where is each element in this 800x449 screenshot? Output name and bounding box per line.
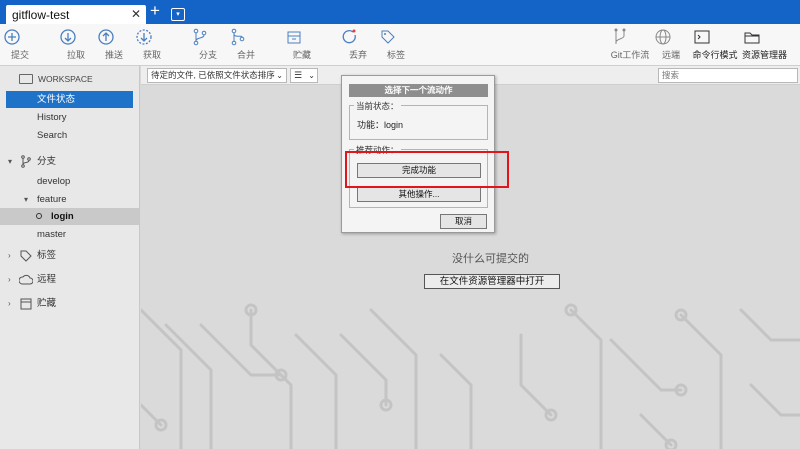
search-input[interactable]: 搜索 xyxy=(658,68,798,83)
chevron-down-icon: ▾ xyxy=(24,195,29,204)
tags-label: 标签 xyxy=(37,250,57,261)
chevron-down-icon: ⌄ xyxy=(276,71,283,80)
branch-icon xyxy=(193,28,207,46)
chevron-down-icon: ⌄ xyxy=(308,71,315,80)
fetch-button[interactable]: 获取 xyxy=(134,27,170,61)
chevron-down-icon: ▾ xyxy=(8,157,13,166)
current-state-value: 功能：login xyxy=(357,120,404,130)
merge-button[interactable]: 合并 xyxy=(228,27,264,61)
commit-icon xyxy=(4,29,20,45)
chevron-right-icon: › xyxy=(8,275,11,284)
folder-icon xyxy=(744,32,760,44)
current-state-group: 当前状态： 功能：login xyxy=(349,100,488,140)
push-label: 推送 xyxy=(104,50,123,60)
cancel-button[interactable]: 取消 xyxy=(440,214,487,229)
terminal-icon xyxy=(694,30,710,44)
chevron-right-icon: › xyxy=(8,299,11,308)
branch-label: 分支 xyxy=(198,50,217,60)
git-flow-button[interactable]: Git工作流 xyxy=(610,27,650,61)
commit-label: 提交 xyxy=(10,50,29,60)
push-icon xyxy=(98,29,114,45)
pull-label: 拉取 xyxy=(66,50,85,60)
dialog-title: 选择下一个流动作 xyxy=(349,84,488,97)
list-mode-select[interactable]: ☰ ⌄ xyxy=(290,68,318,83)
terminal-button[interactable]: 命令行模式 xyxy=(692,27,738,61)
branch-login[interactable]: login xyxy=(0,208,140,225)
remote-label: 远端 xyxy=(661,50,680,60)
remote-button[interactable]: 远端 xyxy=(653,27,689,61)
stash-button[interactable]: 贮藏 xyxy=(284,27,320,61)
tag-label: 标签 xyxy=(386,50,405,60)
branch-develop[interactable]: develop xyxy=(0,173,140,190)
pull-icon xyxy=(60,29,76,45)
remotes-label: 远程 xyxy=(37,274,57,285)
current-state-label: 当前状态： xyxy=(354,100,401,112)
repo-tab-title: gitflow-test xyxy=(12,8,70,22)
file-filter-value: 待定的文件, 已依照文件状态排序 xyxy=(151,70,275,80)
login-label: login xyxy=(51,211,74,222)
branch-folder-feature[interactable]: ▾ feature xyxy=(0,191,140,208)
search-label: Search xyxy=(37,130,68,141)
branch-button[interactable]: 分支 xyxy=(190,27,226,61)
feature-label: feature xyxy=(37,194,67,205)
discard-button[interactable]: 丢弃 xyxy=(340,27,376,61)
history-label: History xyxy=(37,112,67,123)
develop-label: develop xyxy=(37,176,71,187)
title-bar: gitflow-test ✕ + ▾ xyxy=(0,0,800,24)
tag-icon xyxy=(381,30,395,44)
sidebar-item-history[interactable]: History xyxy=(0,109,140,126)
merge-icon xyxy=(231,28,245,46)
sidebar-item-search[interactable]: Search xyxy=(0,127,140,144)
git-flow-label: Git工作流 xyxy=(610,50,650,60)
explorer-label: 资源管理器 xyxy=(742,50,788,60)
sidebar-item-file-status[interactable]: 文件状态 xyxy=(6,91,133,108)
fetch-label: 获取 xyxy=(142,50,161,60)
git-flow-icon xyxy=(614,28,626,44)
push-button[interactable]: 推送 xyxy=(96,27,132,61)
discard-label: 丢弃 xyxy=(348,50,367,60)
cloud-icon xyxy=(19,274,33,285)
stash-icon xyxy=(20,298,32,310)
fetch-icon xyxy=(136,29,152,45)
sidebar-section-tags[interactable]: › 标签 xyxy=(0,247,140,264)
workspace-header: WORKSPACE xyxy=(0,71,140,88)
sidebar-section-remotes[interactable]: › 远程 xyxy=(0,271,140,288)
tag-button[interactable]: 标签 xyxy=(378,27,414,61)
stash-icon xyxy=(287,31,301,44)
file-status-label: 文件状态 xyxy=(37,94,76,105)
sidebar: WORKSPACE 文件状态 History Search ▾ 分支 devel… xyxy=(0,66,140,449)
empty-state-text: 没什么可提交的 xyxy=(452,253,529,265)
file-filter-select[interactable]: 待定的文件, 已依照文件状态排序 ⌄ xyxy=(147,68,287,83)
close-icon[interactable]: ✕ xyxy=(131,7,141,21)
add-tab-icon[interactable]: + xyxy=(150,2,160,20)
globe-icon xyxy=(655,29,671,45)
master-label: master xyxy=(37,229,67,240)
other-actions-button[interactable]: 其他操作... xyxy=(357,187,481,202)
stashes-label: 贮藏 xyxy=(37,298,57,309)
workspace-label: WORKSPACE xyxy=(38,74,93,84)
monitor-icon xyxy=(19,74,33,84)
open-in-explorer-button[interactable]: 在文件资源管理器中打开 xyxy=(424,274,560,289)
merge-label: 合并 xyxy=(236,50,255,60)
sidebar-section-stashes[interactable]: › 贮藏 xyxy=(0,295,140,312)
branches-label: 分支 xyxy=(37,156,57,167)
explorer-button[interactable]: 资源管理器 xyxy=(742,27,788,61)
toolbar: 提交 拉取 推送 获取 分支 合并 贮藏 丢弃 标签 Git工作流 远端 命令行… xyxy=(0,24,800,66)
sidebar-section-branches[interactable]: ▾ 分支 xyxy=(0,153,140,170)
annotation-highlight-box xyxy=(345,151,509,188)
commit-button[interactable]: 提交 xyxy=(2,27,38,61)
discard-icon xyxy=(342,29,356,44)
tag-icon xyxy=(20,250,32,262)
tab-menu-icon[interactable]: ▾ xyxy=(171,8,185,21)
chevron-right-icon: › xyxy=(8,251,11,260)
repo-tab[interactable]: gitflow-test ✕ xyxy=(6,5,146,24)
terminal-label: 命令行模式 xyxy=(692,50,738,60)
current-branch-icon xyxy=(36,213,42,219)
list-icon: ☰ xyxy=(294,70,303,80)
pull-button[interactable]: 拉取 xyxy=(58,27,94,61)
branch-icon xyxy=(21,155,31,168)
stash-label: 贮藏 xyxy=(292,50,311,60)
branch-master[interactable]: master xyxy=(0,226,140,243)
